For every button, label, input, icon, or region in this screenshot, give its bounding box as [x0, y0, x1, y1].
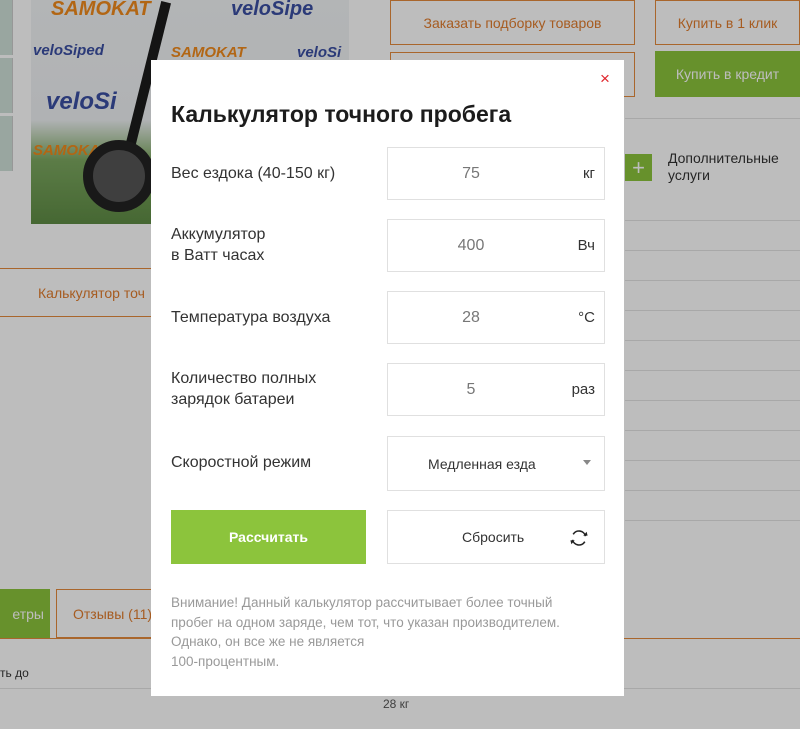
chevron-down-icon: [583, 460, 591, 465]
air-temperature-label: Температура воздуха: [171, 309, 331, 326]
speed-mode-select[interactable]: Медленная езда: [387, 436, 605, 491]
disclaimer-note: Внимание! Данный калькулятор рассчитывае…: [171, 593, 601, 671]
battery-capacity-label: Аккумулятор в Ватт часах: [171, 226, 266, 264]
air-temperature-input[interactable]: [396, 308, 546, 327]
modal-title: Калькулятор точного пробега: [171, 101, 512, 127]
rider-weight-input[interactable]: [396, 164, 546, 183]
disclaimer-text: Внимание! Данный калькулятор рассчитывае…: [171, 595, 560, 669]
range-calculator-modal: × Калькулятор точного пробега Вес ездока…: [151, 60, 624, 696]
speed-mode-label: Скоростной режим: [171, 454, 312, 471]
battery-capacity-input[interactable]: [396, 236, 546, 255]
rider-weight-unit: кг: [582, 165, 595, 182]
close-icon[interactable]: ×: [597, 70, 613, 87]
rider-weight-label: Вес ездока (40-150 кг): [171, 165, 336, 182]
battery-capacity-field[interactable]: Вч: [387, 219, 605, 272]
battery-capacity-unit: Вч: [577, 237, 595, 254]
full-charges-field[interactable]: раз: [387, 363, 605, 416]
air-temperature-unit: °C: [578, 309, 595, 326]
speed-mode-value: Медленная езда: [428, 455, 536, 472]
calculate-button[interactable]: Рассчитать: [171, 510, 366, 564]
rider-weight-field[interactable]: кг: [387, 147, 605, 200]
reset-button[interactable]: Сбросить: [387, 510, 605, 564]
full-charges-label: Количество полных зарядок батареи: [171, 370, 317, 408]
full-charges-unit: раз: [571, 381, 595, 398]
reset-button-label: Сбросить: [462, 529, 525, 545]
air-temperature-field[interactable]: °C: [387, 291, 605, 344]
full-charges-input[interactable]: [396, 380, 546, 399]
refresh-icon: [570, 530, 588, 546]
